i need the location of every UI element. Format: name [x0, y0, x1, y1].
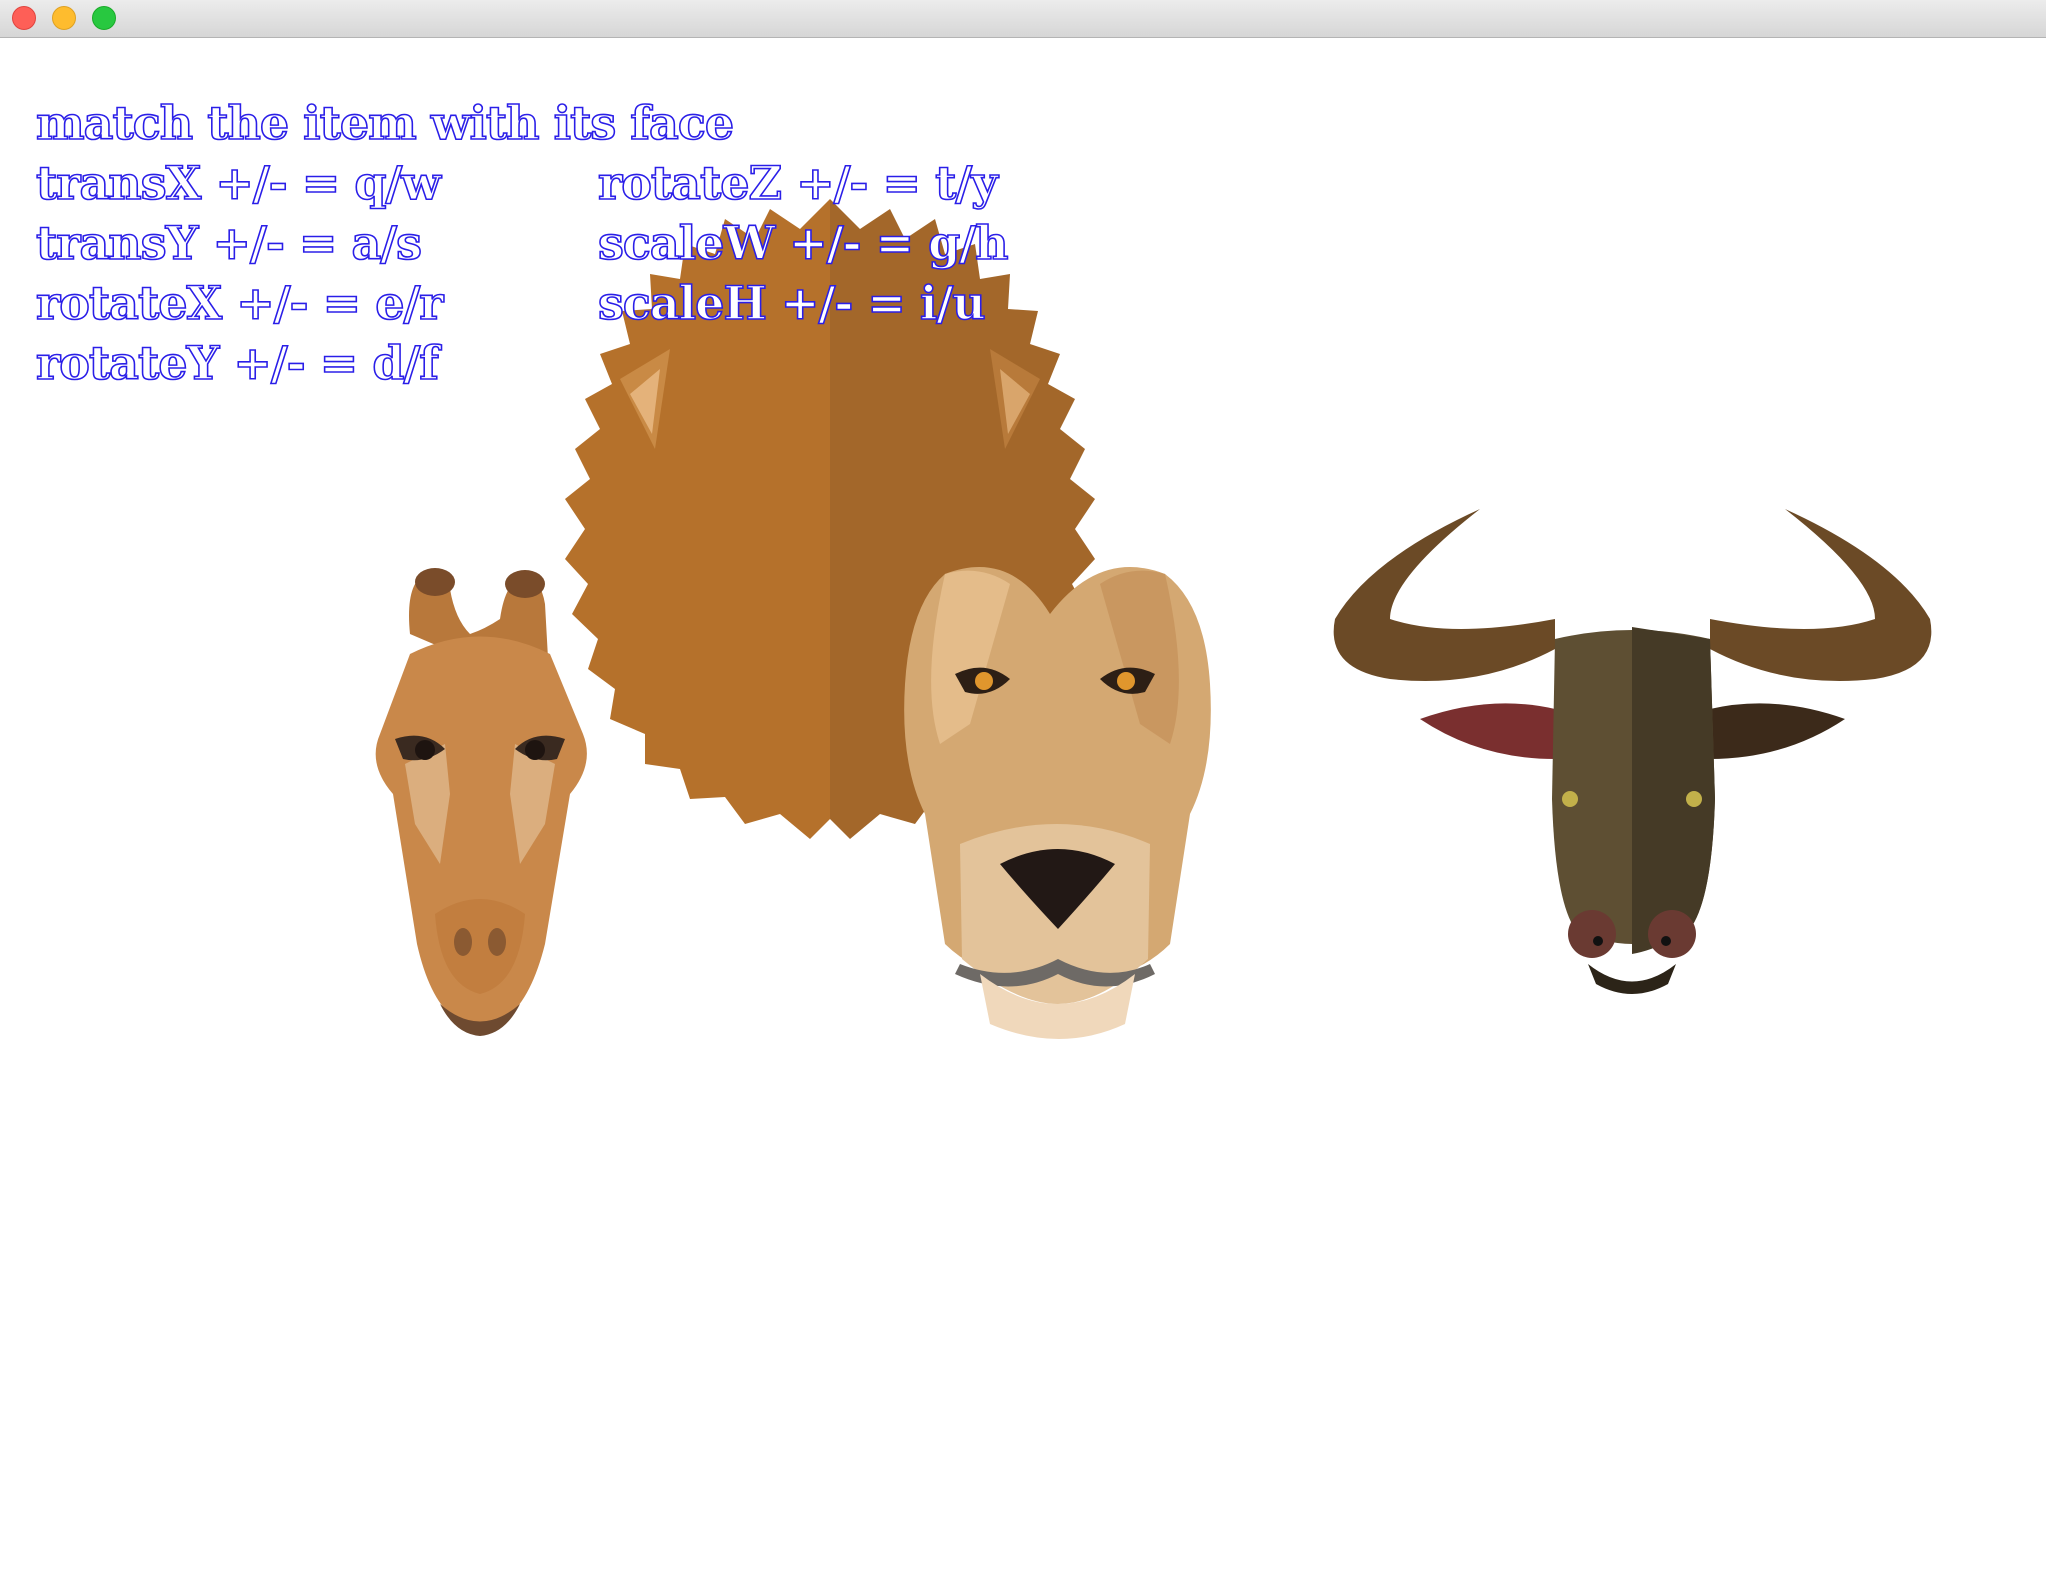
- lion-face-icon[interactable]: [900, 564, 1215, 1044]
- giraffe-face-icon[interactable]: [355, 564, 615, 1044]
- hud-scalew-help: scaleW +/- = g/h: [597, 215, 1009, 271]
- hud-transy-help: transY +/- = a/s: [35, 215, 423, 271]
- hud-rotatex-help: rotateX +/- = e/r: [35, 275, 444, 331]
- hud-rotatey-help: rotateY +/- = d/f: [35, 335, 440, 391]
- minimize-window-button[interactable]: [52, 6, 76, 30]
- scene-canvas[interactable]: match the item with its face transX +/- …: [0, 39, 2046, 1574]
- buffalo-face-icon[interactable]: [1330, 509, 1935, 1009]
- hud-rotatez-help: rotateZ +/- = t/y: [597, 155, 998, 211]
- close-window-button[interactable]: [12, 6, 36, 30]
- hud-transx-help: transX +/- = q/w: [35, 155, 442, 211]
- window-titlebar: [0, 0, 2046, 38]
- zoom-window-button[interactable]: [92, 6, 116, 30]
- hud-scaleh-help: scaleH +/- = i/u: [597, 275, 986, 331]
- hud-title: match the item with its face: [35, 95, 735, 151]
